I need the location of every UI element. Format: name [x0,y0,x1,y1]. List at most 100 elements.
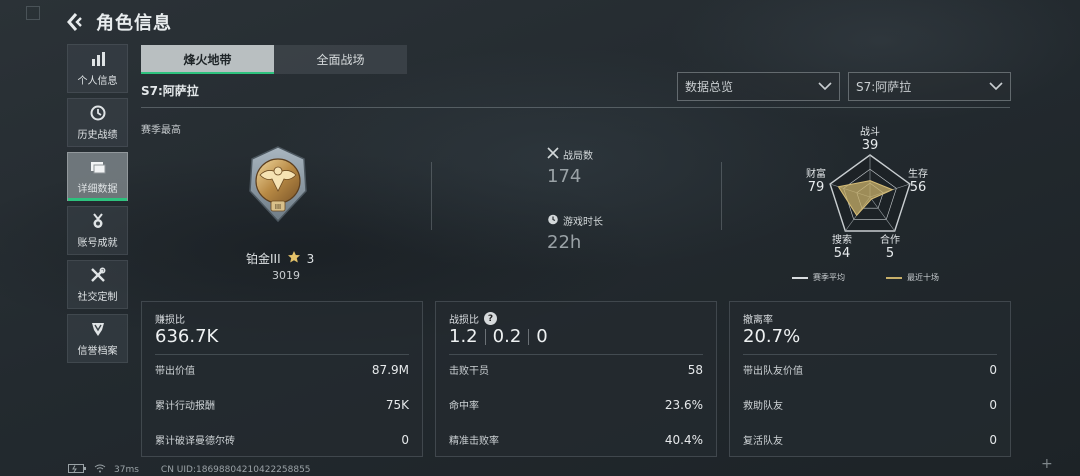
card-row: 命中率 23.6% [449,397,703,413]
radar-label-wealth: 财富 79 [806,169,826,195]
card-row: 精准击败率 40.4% [449,432,703,448]
sidebar-item-label: 信誉档案 [77,346,118,357]
card-row: 复活队友 0 [743,432,997,448]
sidebar: 个人信息 历史战绩 详细数据 账号成就 社交定制 信誉档案 [67,44,128,368]
help-icon[interactable]: ? [484,312,497,325]
card-row: 击败干员 58 [449,362,703,378]
bar-chart-icon [89,50,107,68]
view-select[interactable]: 数据总览 [677,72,840,101]
corner-marker [26,6,40,20]
plus-icon: + [1041,456,1053,472]
radar-chart: 战斗 39 生存 56 合作 5 搜索 54 财富 79 [800,124,940,284]
card-row: 累计行动报酬 75K [155,397,409,413]
timer-icon [547,213,559,228]
sidebar-item-social[interactable]: 社交定制 [67,260,128,309]
row-value: 0 [989,432,997,447]
legend-recent-ten: 最近十场 [886,272,939,283]
card-main-value: 636.7K [155,326,219,347]
season-select-value: S7:阿萨拉 [856,80,912,94]
sidebar-item-reputation[interactable]: 信誉档案 [67,314,128,363]
medal-tier-label: III [275,203,281,211]
row-label: 带出价值 [155,366,195,377]
kd-ratios: 1.2 0.2 0 [449,326,548,347]
page-title: 角色信息 [96,13,172,34]
extraction-card: 撤离率 20.7% 带出队友价值 0 救助队友 0 复活队友 0 [729,301,1011,457]
tools-icon [89,266,107,284]
card-row: 救助队友 0 [743,397,997,413]
row-value: 75K [385,397,409,412]
radar-label-cooperation: 合作 5 [880,235,900,261]
legend-swatch [886,276,902,279]
battery-icon [68,464,86,476]
shield-icon [89,320,107,338]
rank-info: 铂金III 3 [246,250,314,267]
matches-label: 战局数 [563,151,593,162]
view-select-value: 数据总览 [685,80,734,94]
rank-name: 铂金III [246,252,281,266]
rank-stars: 3 [306,251,315,266]
mode-tabs: 烽火地带 全面战场 [141,45,407,74]
sidebar-item-achievements[interactable]: 账号成就 [67,206,128,255]
ratio-value: 0 [536,326,548,347]
sidebar-item-label: 社交定制 [77,292,118,303]
medal-icon [89,212,107,230]
ping-value: 37ms [114,465,139,475]
legend-season-average: 赛季平均 [792,272,845,283]
row-label: 救助队友 [743,401,783,412]
sidebar-item-label: 账号成就 [77,238,118,249]
row-value: 58 [687,362,703,377]
row-value: 87.9M [371,362,409,377]
crossed-swords-icon [547,147,559,162]
row-label: 累计行动报酬 [155,401,215,412]
matches-stat: 战局数 174 [547,147,593,187]
sidebar-item-label: 历史战绩 [77,130,118,141]
sidebar-item-detailed-data[interactable]: 详细数据 [67,152,128,201]
row-label: 累计破译曼德尔砖 [155,436,235,447]
row-label: 击败干员 [449,366,489,377]
history-clock-icon [89,104,107,122]
season-select[interactable]: S7:阿萨拉 [848,72,1011,101]
card-row: 带出价值 87.9M [155,362,409,378]
folder-data-icon [89,158,107,176]
card-divider [155,354,409,355]
sidebar-item-personal-info[interactable]: 个人信息 [67,44,128,93]
matches-value: 174 [547,166,582,187]
rank-points: 3019 [272,269,300,282]
ratio-separator [528,328,530,345]
playtime-label: 游戏时长 [563,217,603,228]
section-divider [141,107,1010,108]
ratio-separator [484,328,486,345]
kd-card: 战损比 ? 1.2 0.2 0 击败干员 58 命中率 23.6% 精准击败率 40.… [435,301,717,457]
playtime-stat: 游戏时长 22h [547,213,603,253]
legend-label: 最近十场 [907,273,939,282]
playtime-value: 22h [547,232,582,253]
sidebar-item-history[interactable]: 历史战绩 [67,98,128,147]
card-main-value: 20.7% [743,326,801,347]
card-row: 带出队友价值 0 [743,362,997,378]
chevron-down-icon [989,80,1003,94]
star-icon [287,250,301,267]
rank-medal-icon: III [249,146,307,223]
back-arrow-icon[interactable] [66,11,88,33]
page-header: 角色信息 [66,8,172,36]
card-title: 撤离率 [743,315,773,326]
vertical-divider [721,162,722,230]
radar-label-combat: 战斗 39 [860,127,880,153]
card-title-row: 战损比 ? [449,311,497,326]
row-label: 命中率 [449,401,479,412]
tab-full-battlefield[interactable]: 全面战场 [274,45,407,74]
legend-swatch [792,276,808,279]
ratio-value: 0.2 [492,326,522,347]
radar-label-search: 搜索 54 [832,235,852,261]
row-value: 0 [989,397,997,412]
row-value: 40.4% [664,432,703,447]
tab-warzone-hazard[interactable]: 烽火地带 [141,45,274,74]
card-row: 累计破译曼德尔砖 0 [155,432,409,448]
card-divider [449,354,703,355]
row-value: 23.6% [664,397,703,412]
ratio-value: 1.2 [449,326,478,347]
card-title: 赚损比 [155,315,185,326]
radar-label-survival: 生存 56 [908,169,928,195]
wifi-icon [94,464,106,476]
vertical-divider [431,162,432,230]
